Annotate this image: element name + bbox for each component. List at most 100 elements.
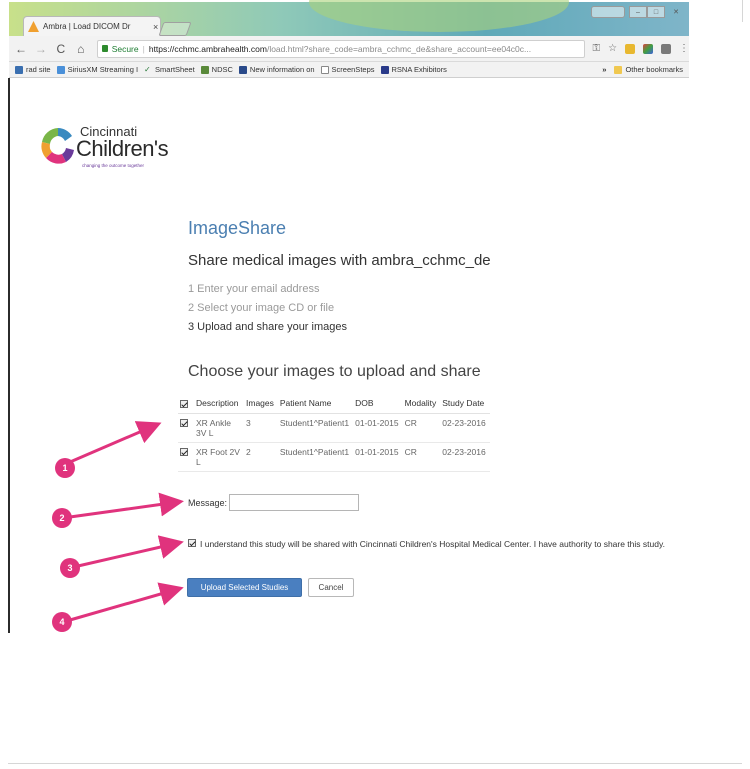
bookmark-label: rad site bbox=[26, 65, 51, 74]
other-bookmarks-label: Other bookmarks bbox=[625, 65, 683, 74]
annotation-badge-2: 2 bbox=[52, 508, 72, 528]
browser-toolbar: ← → C ⌂ Secure | https://cchmc.ambraheal… bbox=[9, 36, 689, 62]
secure-label: Secure bbox=[111, 43, 139, 54]
table-header-row: Description Images Patient Name DOB Moda… bbox=[178, 393, 490, 414]
other-bookmarks-folder[interactable]: Other bookmarks bbox=[614, 65, 683, 74]
folder-icon bbox=[614, 65, 623, 74]
cell-images: 3 bbox=[244, 413, 278, 443]
star-bookmark-icon[interactable]: ☆ bbox=[608, 43, 617, 54]
cell-images: 2 bbox=[244, 442, 278, 472]
bookmark-label: SiriusXM Streaming I bbox=[67, 65, 139, 74]
section-title: Choose your images to upload and share bbox=[188, 363, 481, 380]
table-row: XR Foot 2V L 2 Student1^Patient1 01-01-2… bbox=[178, 442, 490, 472]
bookmark-favicon-icon bbox=[380, 65, 389, 74]
browser-chrome: Ambra | Load DICOM Dr × – □ ✕ ← → C ⌂ Se… bbox=[9, 0, 689, 78]
annotation-badge-4: 4 bbox=[52, 612, 72, 632]
bookmark-item[interactable]: New information on bbox=[238, 65, 315, 74]
browser-menu-icon[interactable]: ⋮ bbox=[679, 43, 689, 54]
agreement-text: I understand this study will be shared w… bbox=[200, 539, 665, 549]
cell-patient: Student1^Patient1 bbox=[277, 413, 354, 443]
extension-icon[interactable] bbox=[625, 43, 636, 54]
select-all-checkbox[interactable] bbox=[180, 399, 188, 408]
logo-tagline: changing the outcome together bbox=[82, 163, 145, 168]
bookmarks-overflow-button[interactable]: » bbox=[602, 65, 606, 74]
bookmark-item[interactable]: NDSC bbox=[200, 65, 233, 74]
bookmark-label: New information on bbox=[249, 65, 315, 74]
cell-patient: Student1^Patient1 bbox=[277, 442, 354, 472]
bookmarks-bar: rad site SiriusXM Streaming I ✓ SmartShee… bbox=[9, 62, 689, 78]
address-bar[interactable]: Secure | https://cchmc.ambrahealth.com /… bbox=[96, 39, 585, 58]
back-arrow-icon[interactable]: ← bbox=[13, 42, 29, 56]
studies-table: Description Images Patient Name DOB Moda… bbox=[178, 393, 490, 472]
cell-dob: 01-01-2015 bbox=[353, 442, 403, 472]
cell-modality: CR bbox=[402, 442, 441, 472]
step-2: 2 Select your image CD or file bbox=[188, 302, 335, 314]
cell-study-date: 02-23-2016 bbox=[440, 442, 490, 472]
row-checkbox[interactable] bbox=[180, 448, 188, 457]
cell-study-date: 02-23-2016 bbox=[440, 413, 490, 443]
bookmark-item[interactable]: rad site bbox=[15, 65, 51, 74]
new-tab-button[interactable] bbox=[158, 22, 192, 36]
upload-selected-studies-button[interactable]: Upload Selected Studies bbox=[187, 578, 302, 597]
page-border-left bbox=[8, 78, 10, 633]
annotation-arrow-4 bbox=[69, 582, 184, 622]
extension-icon[interactable] bbox=[661, 43, 671, 54]
annotation-overlay bbox=[69, 421, 184, 622]
ambra-favicon-icon bbox=[28, 21, 39, 32]
bookmark-item[interactable]: RSNA Exhibitors bbox=[380, 65, 447, 74]
bookmark-label: ScreenSteps bbox=[331, 65, 375, 74]
tab-strip-decoration bbox=[309, 0, 569, 32]
cell-dob: 01-01-2015 bbox=[353, 413, 403, 443]
window-close-button[interactable]: ✕ bbox=[665, 6, 687, 18]
message-input[interactable] bbox=[229, 494, 359, 511]
bookmark-item[interactable]: ScreenSteps bbox=[320, 65, 375, 74]
bookmark-item[interactable]: SiriusXM Streaming I bbox=[56, 65, 139, 74]
page-border-bottom bbox=[8, 763, 742, 764]
agreement-checkbox[interactable] bbox=[188, 539, 196, 547]
extension-icon[interactable] bbox=[643, 43, 654, 54]
step-1: 1 Enter your email address bbox=[188, 283, 320, 295]
bookmark-favicon-icon bbox=[15, 65, 23, 74]
reload-icon[interactable]: C bbox=[53, 42, 69, 56]
logo-text-childrens: Children's bbox=[76, 136, 169, 161]
address-separator: | bbox=[142, 43, 145, 54]
home-icon[interactable]: ⌂ bbox=[73, 42, 89, 56]
page-icon bbox=[320, 65, 329, 74]
lock-icon bbox=[101, 45, 108, 52]
column-header: DOB bbox=[353, 393, 403, 414]
column-header: Study Date bbox=[440, 393, 490, 414]
bookmark-favicon-icon bbox=[238, 65, 247, 74]
row-checkbox[interactable] bbox=[180, 419, 188, 428]
window-maximize-button[interactable]: □ bbox=[647, 6, 665, 18]
forward-arrow-icon[interactable]: → bbox=[33, 42, 49, 56]
column-header: Images bbox=[244, 393, 278, 414]
page-border-right bbox=[742, 0, 743, 22]
page-subtitle: Share medical images with ambra_cchmc_de bbox=[188, 252, 491, 269]
tab-close-icon[interactable]: × bbox=[153, 22, 158, 32]
checkmark-icon: ✓ bbox=[144, 64, 151, 74]
window-user-button[interactable] bbox=[591, 6, 625, 18]
annotation-badge-1: 1 bbox=[55, 458, 75, 478]
url-host: https://cchmc.ambrahealth.com bbox=[148, 43, 267, 54]
annotation-arrow-1 bbox=[69, 421, 162, 464]
logo-mark-icon bbox=[41, 128, 74, 164]
url-path: /load.html?share_code=ambra_cchmc_de&sha… bbox=[266, 43, 532, 54]
cell-modality: CR bbox=[402, 413, 441, 443]
annotation-badge-3: 3 bbox=[60, 558, 80, 578]
tab-strip: Ambra | Load DICOM Dr × – □ ✕ bbox=[9, 0, 689, 36]
key-icon[interactable]: ⚿ bbox=[593, 43, 601, 54]
window-minimize-button[interactable]: – bbox=[629, 6, 647, 18]
tab-title: Ambra | Load DICOM Dr bbox=[43, 22, 131, 31]
browser-tab-active[interactable]: Ambra | Load DICOM Dr × bbox=[23, 16, 161, 36]
column-header: Description bbox=[194, 393, 244, 414]
annotation-arrow-2 bbox=[69, 492, 184, 519]
bookmark-item[interactable]: ✓ SmartSheet bbox=[144, 65, 195, 74]
column-header: Modality bbox=[402, 393, 441, 414]
bookmark-favicon-icon bbox=[200, 65, 209, 74]
cancel-button[interactable]: Cancel bbox=[308, 578, 354, 597]
bookmark-label: SmartSheet bbox=[155, 65, 195, 74]
column-header: Patient Name bbox=[277, 393, 354, 414]
cell-description: XR Ankle 3V L bbox=[194, 413, 244, 443]
message-label: Message: bbox=[188, 498, 228, 508]
step-3-current: 3 Upload and share your images bbox=[188, 321, 347, 333]
